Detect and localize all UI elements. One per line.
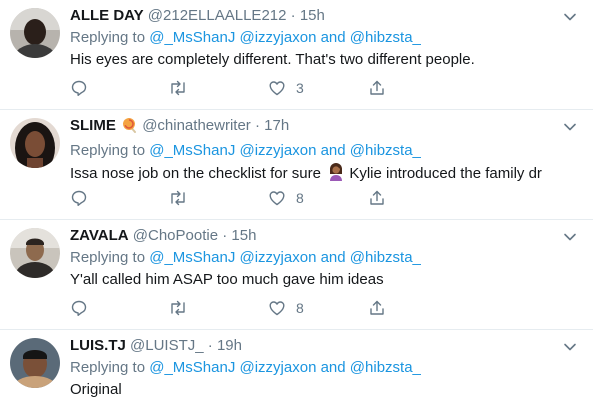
and-text: and [320,142,346,159]
replying-to: Replying to @_MsShanJ @izzyjaxon and @hi… [70,358,577,378]
display-name[interactable]: ZAVALA [70,227,129,244]
mention-link[interactable]: @_MsShanJ [149,142,235,159]
share-button[interactable] [368,298,386,318]
user-handle[interactable]: @ChoPootie [133,227,218,244]
tweet-header: SLIME @chinathewriter · 17h [70,116,577,139]
timestamp[interactable]: 17h [264,117,289,134]
chevron-down-icon[interactable] [563,340,577,354]
mention-link[interactable]: @_MsShanJ [149,29,235,46]
like-count: 3 [296,80,304,96]
heart-icon [269,191,285,206]
mention-link[interactable]: @izzyjaxon [240,359,317,376]
chevron-down-icon[interactable] [563,120,577,134]
separator-dot: · [222,227,228,244]
replying-prefix: Replying to [70,249,146,266]
and-text: and [320,249,346,266]
mention-link[interactable]: @hibzsta_ [350,359,421,376]
share-button[interactable] [368,78,386,98]
mention-link[interactable]: @izzyjaxon [240,249,317,266]
and-text: and [320,359,346,376]
tweet-4[interactable]: LUIS.TJ @LUISTJ_ · 19h Replying to @_MsS… [0,330,593,407]
heart-icon [269,301,285,316]
timestamp[interactable]: 19h [217,337,242,354]
chevron-down-icon[interactable] [563,10,577,24]
display-name[interactable]: LUIS.TJ [70,337,126,354]
retweet-icon [171,80,185,96]
chevron-down-icon[interactable] [563,230,577,244]
display-name[interactable]: ALLE DAY [70,7,144,24]
reply-icon [71,80,87,96]
reply-button[interactable] [70,78,88,98]
mention-link[interactable]: @izzyjaxon [240,142,317,159]
like-button[interactable]: 3 [268,78,304,98]
replying-to: Replying to @_MsShanJ @izzyjaxon and @hi… [70,28,577,48]
replying-prefix: Replying to [70,29,146,46]
tweet-text-part: Kylie introduced the family dr [349,165,542,182]
replying-prefix: Replying to [70,142,146,159]
timestamp[interactable]: 15h [231,227,256,244]
tweet-text: Original [70,381,122,398]
retweet-button[interactable] [168,298,188,318]
reply-icon [71,190,87,206]
replying-to: Replying to @_MsShanJ @izzyjaxon and @hi… [70,248,577,268]
share-button[interactable] [368,188,386,208]
retweet-icon [171,300,185,316]
reply-button[interactable] [70,298,88,318]
mention-link[interactable]: @_MsShanJ [149,359,235,376]
tweet-2[interactable]: SLIME @chinathewriter · 17h Replying to … [0,110,593,220]
tweet-1[interactable]: ALLE DAY @212ELLAALLE212 · 15h Replying … [0,0,593,110]
user-handle[interactable]: @chinathewriter [142,117,251,134]
mention-link[interactable]: @hibzsta_ [350,249,421,266]
like-button[interactable]: 8 [268,188,304,208]
share-icon [370,300,384,315]
share-icon [370,190,384,205]
retweet-button[interactable] [168,188,188,208]
reply-icon [71,300,87,316]
lollipop-icon [122,117,138,139]
tweet-header: LUIS.TJ @LUISTJ_ · 19h [70,336,577,356]
tweet-header: ALLE DAY @212ELLAALLE212 · 15h [70,6,577,26]
replying-to: Replying to @_MsShanJ @izzyjaxon and @hi… [70,141,577,161]
mention-link[interactable]: @hibzsta_ [350,29,421,46]
separator-dot: · [254,117,260,134]
avatar[interactable] [10,8,60,58]
and-text: and [320,29,346,46]
display-name[interactable]: SLIME [70,117,116,134]
mention-link[interactable]: @_MsShanJ [149,249,235,266]
reply-button[interactable] [70,188,88,208]
tweet-3[interactable]: ZAVALA @ChoPootie · 15h Replying to @_Ms… [0,220,593,330]
timestamp[interactable]: 15h [300,7,325,24]
heart-icon [269,81,285,96]
avatar[interactable] [10,338,60,388]
like-count: 8 [296,300,304,316]
facepalm-emoji-icon [327,163,345,187]
tweet-header: ZAVALA @ChoPootie · 15h [70,226,577,246]
mention-link[interactable]: @hibzsta_ [350,142,421,159]
tweet-text: Y'all called him ASAP too much gave him … [70,271,384,288]
separator-dot: · [290,7,296,24]
share-icon [370,80,384,95]
replying-prefix: Replying to [70,359,146,376]
avatar[interactable] [10,228,60,278]
tweet-text: Issa nose job on the checklist for sure … [70,163,577,187]
mention-link[interactable]: @izzyjaxon [240,29,317,46]
avatar[interactable] [10,118,60,168]
retweet-button[interactable] [168,78,188,98]
tweet-text-part: Issa nose job on the checklist for sure [70,165,321,182]
user-handle[interactable]: @212ELLAALLE212 [148,7,287,24]
user-handle[interactable]: @LUISTJ_ [130,337,204,354]
separator-dot: · [207,337,213,354]
like-button[interactable]: 8 [268,298,304,318]
like-count: 8 [296,190,304,206]
tweet-text: His eyes are completely different. That'… [70,51,475,68]
retweet-icon [171,190,185,206]
